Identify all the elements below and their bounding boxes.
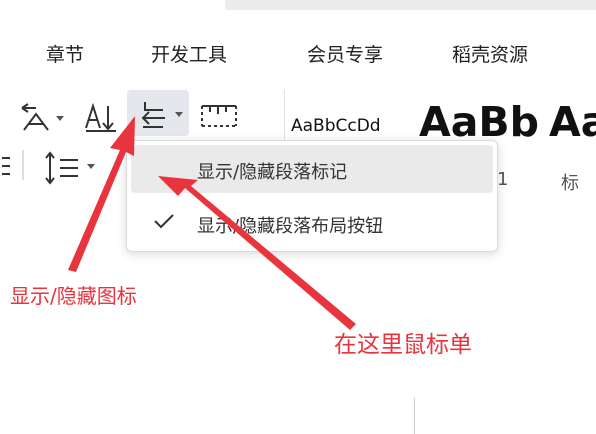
- title-bar-dark: [225, 0, 596, 10]
- page-divider: [414, 398, 415, 434]
- tab-daoke-resources[interactable]: 稻壳资源: [452, 40, 528, 67]
- line-spacing-icon: [45, 151, 78, 185]
- annotation-icon-label: 显示/隐藏图标: [10, 284, 137, 308]
- style-heading-2[interactable]: Aa 标: [549, 90, 596, 210]
- menu-item-show-hide-layout-button[interactable]: 显示/隐藏段落布局按钮: [131, 199, 493, 247]
- ruler-button[interactable]: [198, 98, 240, 134]
- style-sample: Aa: [549, 98, 596, 146]
- sort-icon: [85, 102, 116, 132]
- chevron-down-icon: [56, 116, 64, 121]
- toolbar-divider: [22, 150, 24, 180]
- chevron-down-icon: [87, 164, 95, 169]
- style-label: 1: [497, 169, 509, 190]
- menu-item-show-hide-paragraph-marks[interactable]: 显示/隐藏段落标记: [131, 145, 493, 193]
- check-icon: [154, 214, 174, 229]
- style-sample: AaBbCcDd: [291, 116, 381, 136]
- style-sample: AaBb: [419, 98, 539, 146]
- chinese-layout-icon: [21, 103, 49, 131]
- tab-member[interactable]: 会员专享: [307, 40, 383, 67]
- paragraph-mark-menu: 显示/隐藏段落标记 显示/隐藏段落布局按钮: [126, 140, 498, 252]
- sort-button[interactable]: [82, 96, 120, 136]
- ruler-icon: [201, 105, 237, 127]
- chinese-layout-button[interactable]: [10, 96, 66, 136]
- menu-item-label: 显示/隐藏段落布局按钮: [197, 216, 384, 237]
- paragraph-mark-icon: [141, 102, 165, 128]
- annotation-click-hint: 在这里鼠标单: [334, 332, 472, 358]
- tab-chapter[interactable]: 章节: [46, 40, 84, 67]
- style-label: 标: [561, 173, 579, 194]
- ribbon-tabs: 章节 开发工具 会员专享 稻壳资源: [0, 18, 596, 76]
- partial-icon[interactable]: [0, 148, 14, 184]
- show-hide-button[interactable]: [127, 90, 189, 136]
- menu-item-label: 显示/隐藏段落标记: [197, 162, 348, 183]
- line-spacing-button[interactable]: [42, 148, 100, 188]
- list-icon: [2, 157, 10, 175]
- tab-developer-tools[interactable]: 开发工具: [151, 40, 227, 67]
- chevron-down-icon[interactable]: [175, 112, 183, 117]
